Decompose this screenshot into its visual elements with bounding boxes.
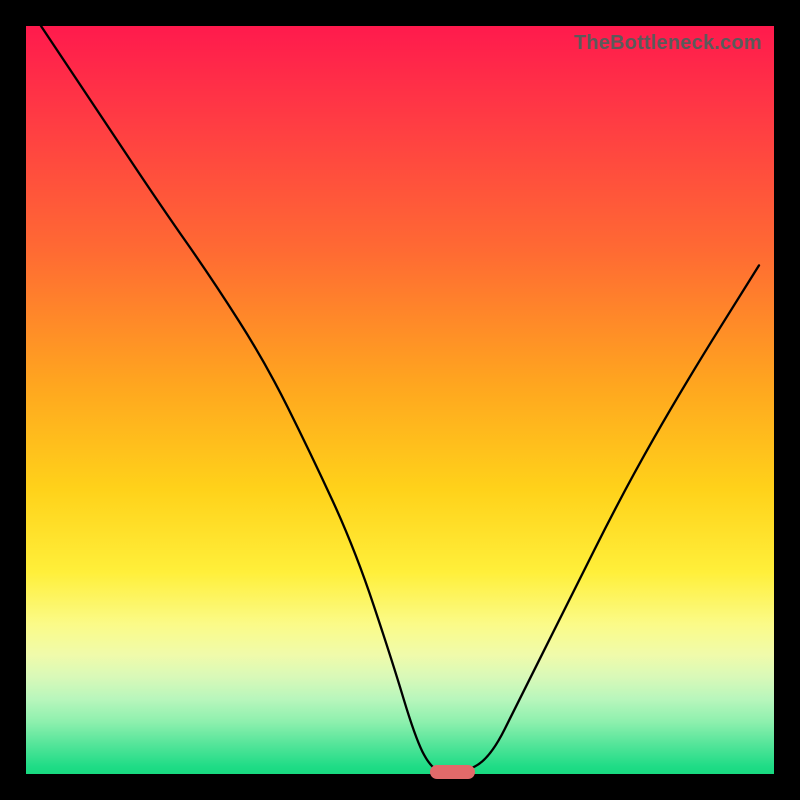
chart-frame: TheBottleneck.com: [0, 0, 800, 800]
curve-path: [41, 26, 759, 774]
optimal-marker: [430, 765, 475, 779]
bottleneck-curve: [26, 26, 774, 774]
plot-area: TheBottleneck.com: [26, 26, 774, 774]
